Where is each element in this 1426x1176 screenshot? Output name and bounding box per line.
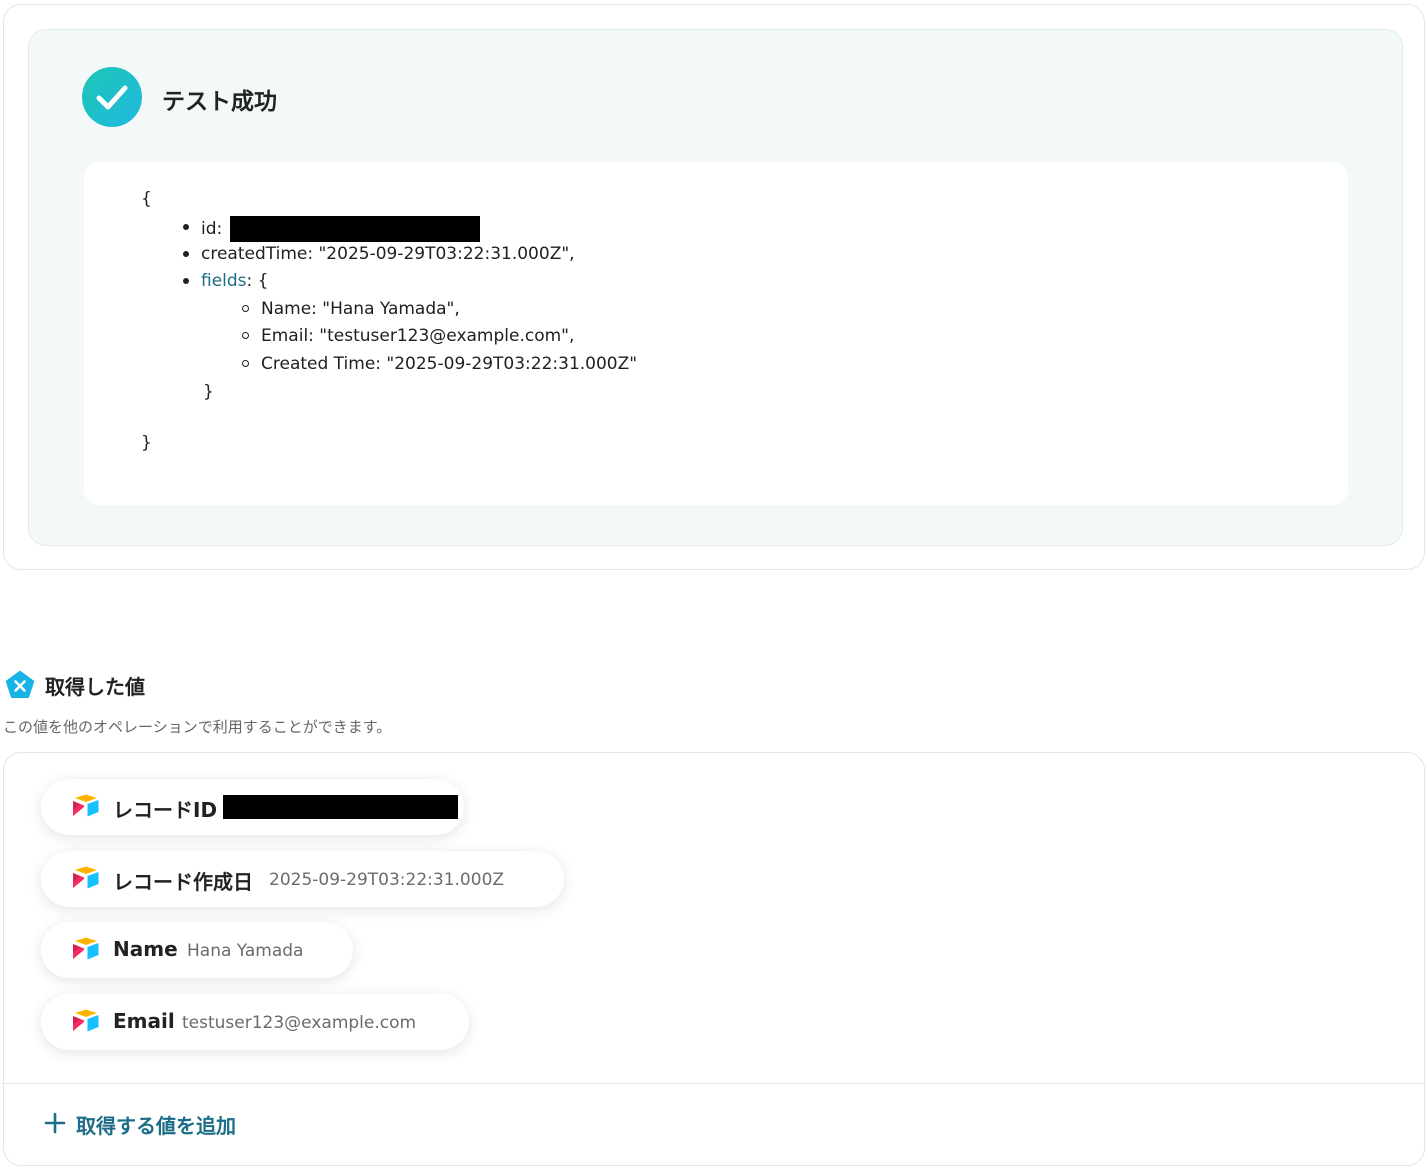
section-title: 取得した値 xyxy=(45,675,145,699)
json-id-label: id: xyxy=(201,219,223,239)
airtable-icon xyxy=(71,793,101,821)
bullet xyxy=(242,305,249,312)
values-card: レコードID レコード作成日 2025-09-29T03:22:31.000Z … xyxy=(3,752,1425,1166)
check-circle-icon xyxy=(82,67,142,127)
bullet xyxy=(242,332,249,339)
json-id-line: id: xyxy=(201,216,480,242)
json-created-line: Created Time: "2025-09-29T03:22:31.000Z" xyxy=(261,354,638,374)
json-fields-line: fields: { xyxy=(201,270,269,292)
redacted-record-id xyxy=(223,795,458,819)
yoom-pentagon-icon xyxy=(5,670,35,700)
json-email-line: Email: "testuser123@example.com", xyxy=(261,326,575,346)
fields-link[interactable]: fields xyxy=(201,271,247,291)
json-fields-open: : { xyxy=(246,271,269,291)
test-success-panel: テスト成功 { id: createdTime: "2025-09-29T03:… xyxy=(28,29,1403,546)
section-description: この値を他のオペレーションで利用することができます。 xyxy=(3,718,392,736)
bullet xyxy=(242,360,249,367)
bullet xyxy=(183,278,189,284)
bullet xyxy=(183,224,189,230)
pill-label: Name xyxy=(113,937,178,961)
json-output: { id: createdTime: "2025-09-29T03:22:31.… xyxy=(84,162,1348,505)
json-name-line: Name: "Hana Yamada", xyxy=(261,299,460,319)
plus-icon xyxy=(44,1112,66,1138)
pill-value: Hana Yamada xyxy=(187,941,304,961)
add-value-label: 取得する値を追加 xyxy=(76,1114,236,1138)
value-pill-record-id[interactable]: レコードID xyxy=(41,779,464,835)
pill-label: レコード作成日 xyxy=(113,870,253,894)
airtable-icon xyxy=(71,1008,101,1036)
redacted-id xyxy=(229,216,480,242)
value-pill-name[interactable]: Name Hana Yamada xyxy=(41,922,353,978)
pill-label: Email xyxy=(113,1009,175,1033)
json-inner-close: } xyxy=(203,382,214,402)
value-pill-email[interactable]: Email testuser123@example.com xyxy=(41,994,469,1050)
pill-value: testuser123@example.com xyxy=(182,1013,417,1033)
pill-label: レコードID xyxy=(113,798,218,822)
airtable-icon xyxy=(71,865,101,893)
airtable-icon xyxy=(71,936,101,964)
pill-value: 2025-09-29T03:22:31.000Z xyxy=(269,870,505,890)
json-created-time-line: createdTime: "2025-09-29T03:22:31.000Z", xyxy=(201,244,575,264)
json-open-brace: { xyxy=(141,189,152,209)
test-result-card: テスト成功 { id: createdTime: "2025-09-29T03:… xyxy=(3,4,1425,570)
json-close-brace: } xyxy=(141,433,152,453)
divider xyxy=(4,1083,1424,1084)
value-pill-record-created[interactable]: レコード作成日 2025-09-29T03:22:31.000Z xyxy=(41,851,564,907)
test-success-title: テスト成功 xyxy=(162,89,277,115)
bullet xyxy=(183,251,189,257)
